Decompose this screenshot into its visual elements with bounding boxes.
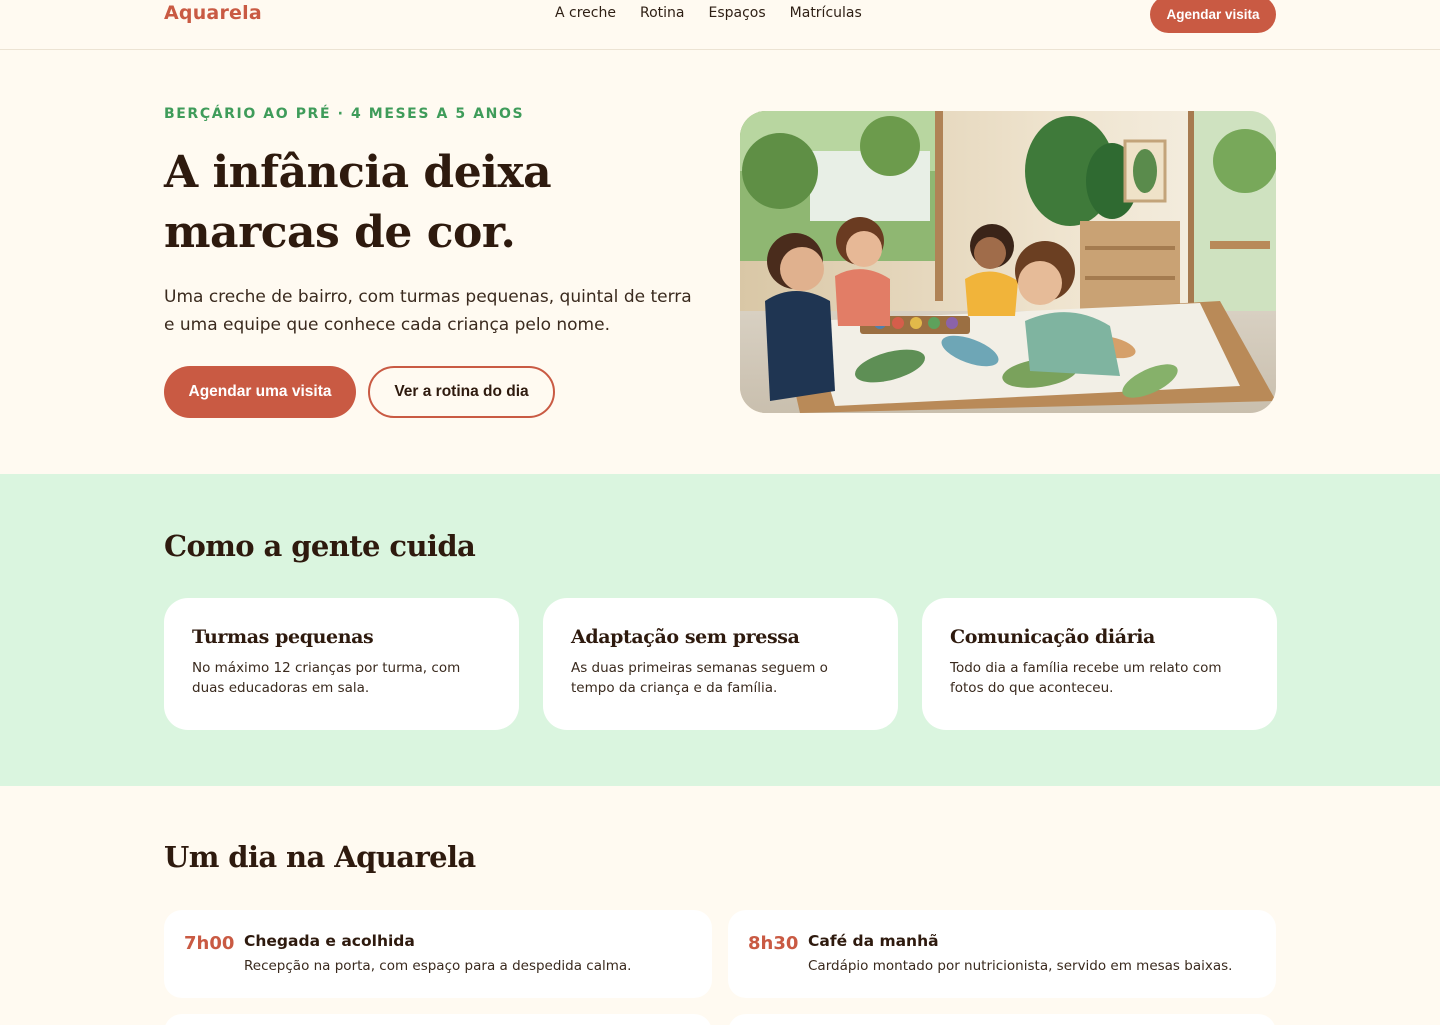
nav-link-creche[interactable]: A creche — [555, 5, 616, 21]
schedule-visit-button[interactable]: Agendar uma visita — [164, 366, 356, 418]
care-card-title: Comunicação diária — [950, 626, 1155, 648]
nav-link-matriculas[interactable]: Matrículas — [790, 5, 862, 21]
schedule-item — [728, 1014, 1276, 1025]
schedule-time: 8h30 — [748, 933, 799, 954]
care-section-title: Como a gente cuida — [164, 529, 476, 563]
care-card-text: No máximo 12 crianças por turma, com dua… — [192, 660, 461, 696]
hero-photo-children-painting — [740, 111, 1276, 413]
care-section: Como a gente cuida Turmas pequenas No má… — [0, 474, 1440, 786]
schedule-body: Café da manhã Cardápio montado por nutri… — [808, 932, 1256, 976]
care-card: Comunicação diária Todo dia a família re… — [922, 598, 1277, 730]
day-section-title: Um dia na Aquarela — [164, 840, 476, 874]
nav-link-espacos[interactable]: Espaços — [708, 5, 765, 21]
hero-lead: Uma creche de bairro, com turmas pequena… — [164, 287, 692, 335]
site-header: Aquarela A creche Rotina Espaços Matrícu… — [0, 0, 1440, 50]
schedule-description: Cardápio montado por nutricionista, serv… — [808, 958, 1233, 974]
logo[interactable]: Aquarela — [164, 2, 262, 24]
schedule-item: 8h30 Café da manhã Cardápio montado por … — [728, 910, 1276, 998]
care-card: Adaptação sem pressa As duas primeiras s… — [543, 598, 898, 730]
schedule-activity: Chegada e acolhida — [244, 932, 415, 950]
see-routine-button[interactable]: Ver a rotina do dia — [368, 366, 555, 418]
schedule-item: 7h00 Chegada e acolhida Recepção na port… — [164, 910, 712, 998]
schedule-activity: Café da manhã — [808, 932, 939, 950]
care-card-title: Turmas pequenas — [192, 626, 374, 648]
schedule-description: Recepção na porta, com espaço para a des… — [244, 958, 632, 974]
hero-eyebrow: BERÇÁRIO AO PRÉ · 4 MESES A 5 ANOS — [164, 106, 525, 122]
day-schedule: 7h00 Chegada e acolhida Recepção na port… — [164, 910, 1276, 1025]
care-card: Turmas pequenas No máximo 12 crianças po… — [164, 598, 519, 730]
schedule-time: 7h00 — [184, 933, 235, 954]
header-schedule-visit-button[interactable]: Agendar visita — [1150, 0, 1276, 33]
hero-title: A infância deixa marcas de cor. — [164, 147, 552, 258]
nav-link-rotina[interactable]: Rotina — [640, 5, 685, 21]
main-nav: A creche Rotina Espaços Matrículas — [555, 5, 862, 21]
schedule-item — [164, 1014, 712, 1025]
schedule-body: Chegada e acolhida Recepção na porta, co… — [244, 932, 692, 976]
care-card-text: Todo dia a família recebe um relato com … — [950, 660, 1222, 696]
care-card-text: As duas primeiras semanas seguem o tempo… — [571, 660, 828, 696]
care-cards: Turmas pequenas No máximo 12 crianças po… — [164, 598, 1277, 730]
care-card-title: Adaptação sem pressa — [571, 626, 800, 648]
